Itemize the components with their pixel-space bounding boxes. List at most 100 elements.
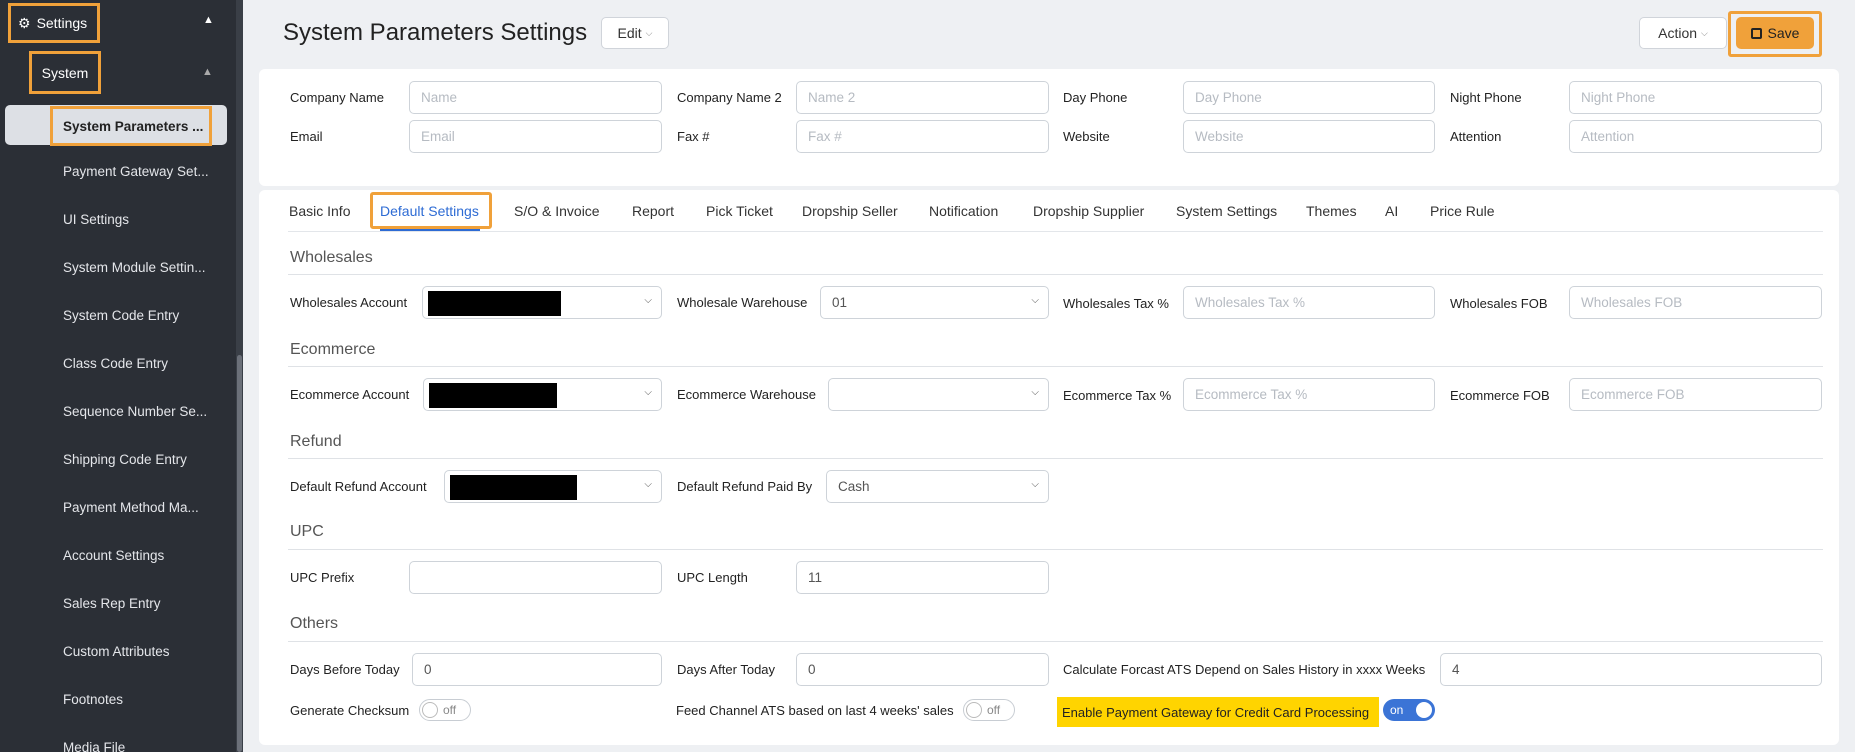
- tab-dropship-seller[interactable]: Dropship Seller: [802, 203, 898, 219]
- tab-default-settings[interactable]: Default Settings: [380, 203, 479, 219]
- ecommerce-tax-field[interactable]: Ecommerce Tax %: [1183, 378, 1435, 411]
- sidebar-item-system-code[interactable]: System Code Entry: [63, 308, 213, 323]
- days-before-label: Days Before Today: [290, 662, 400, 677]
- ecommerce-warehouse-label: Ecommerce Warehouse: [677, 387, 816, 402]
- gear-icon: ⚙: [18, 14, 31, 31]
- forecast-weeks-field[interactable]: 4: [1440, 653, 1822, 686]
- sidebar-item-shipping-code[interactable]: Shipping Code Entry: [63, 452, 213, 467]
- days-before-field[interactable]: 0: [412, 653, 662, 686]
- tab-ai[interactable]: AI: [1385, 203, 1398, 219]
- chevron-down-icon: ⌵: [644, 479, 652, 490]
- company-name-field[interactable]: Name: [409, 81, 662, 114]
- tab-themes[interactable]: Themes: [1306, 203, 1357, 219]
- sidebar-item-payment-method[interactable]: Payment Method Ma...: [63, 500, 213, 515]
- chevron-up-icon[interactable]: ▲: [202, 66, 213, 78]
- page-title: System Parameters Settings: [283, 19, 588, 46]
- sidebar-item-account-settings[interactable]: Account Settings: [63, 548, 213, 563]
- sidebar-system-menu[interactable]: System: [29, 51, 101, 94]
- tab-price-rule[interactable]: Price Rule: [1430, 203, 1495, 219]
- sidebar-item-system-module[interactable]: System Module Settin...: [63, 260, 213, 275]
- sidebar-item-label: System Parameters ...: [63, 118, 204, 134]
- active-tab-underline: [380, 229, 480, 231]
- ecommerce-account-select[interactable]: ⌵: [423, 378, 662, 411]
- sidebar-item-ui-settings[interactable]: UI Settings: [63, 212, 213, 227]
- chevron-down-icon: ⌵: [645, 27, 653, 38]
- tab-pick-ticket[interactable]: Pick Ticket: [706, 203, 773, 219]
- toggle-state: on: [1390, 703, 1404, 717]
- ecommerce-warehouse-select[interactable]: ⌵: [828, 378, 1049, 411]
- refund-paid-by-label: Default Refund Paid By: [677, 479, 813, 494]
- system-label: System: [41, 64, 89, 81]
- paid-by-value: Cash: [838, 479, 870, 494]
- refund-paid-by-select[interactable]: Cash ⌵: [826, 470, 1049, 503]
- tab-dropship-supplier[interactable]: Dropship Supplier: [1033, 203, 1144, 219]
- attention-field[interactable]: Attention: [1569, 120, 1822, 153]
- payment-gateway-toggle[interactable]: on: [1383, 699, 1435, 721]
- sidebar-item-sales-rep[interactable]: Sales Rep Entry: [63, 596, 213, 611]
- chevron-down-icon: ⌵: [644, 387, 652, 398]
- ecommerce-tax-label: Ecommerce Tax %: [1063, 388, 1172, 403]
- section-divider: [288, 366, 1823, 367]
- email-field[interactable]: Email: [409, 120, 662, 153]
- sidebar-item-sequence-number[interactable]: Sequence Number Se...: [63, 404, 213, 419]
- day-phone-field[interactable]: Day Phone: [1183, 81, 1435, 114]
- tab-notification[interactable]: Notification: [929, 203, 998, 219]
- ecommerce-account-label: Ecommerce Account: [290, 387, 410, 402]
- redacted-value: [428, 291, 561, 316]
- scrollbar-thumb[interactable]: [237, 355, 242, 752]
- action-label: Action: [1658, 25, 1698, 41]
- tab-basic-info[interactable]: Basic Info: [289, 203, 350, 219]
- wholesales-account-select[interactable]: ⌵: [422, 286, 662, 319]
- website-field[interactable]: Website: [1183, 120, 1435, 153]
- save-icon: [1750, 27, 1762, 39]
- sidebar-item-system-parameters[interactable]: System Parameters ...: [50, 106, 212, 146]
- upc-prefix-field[interactable]: [409, 561, 662, 594]
- chevron-up-icon[interactable]: ▲: [203, 14, 214, 26]
- attention-label: Attention: [1450, 129, 1502, 144]
- redacted-value: [429, 383, 557, 408]
- upc-prefix-label: UPC Prefix: [290, 570, 355, 585]
- action-button[interactable]: Action ⌵: [1639, 17, 1727, 49]
- wholesales-tax-label: Wholesales Tax %: [1063, 296, 1169, 311]
- tab-so-invoice[interactable]: S/O & Invoice: [514, 203, 600, 219]
- edit-button[interactable]: Edit ⌵: [601, 17, 669, 49]
- settings-label: Settings: [36, 15, 88, 31]
- website-label: Website: [1063, 129, 1110, 144]
- section-divider: [288, 549, 1823, 550]
- company-name2-field[interactable]: Name 2: [796, 81, 1049, 114]
- sidebar-settings-menu[interactable]: ⚙ Settings: [8, 3, 100, 43]
- save-button[interactable]: Save: [1736, 17, 1814, 49]
- night-phone-label: Night Phone: [1450, 90, 1522, 105]
- toggle-state: off: [987, 703, 1001, 717]
- company-name2-label: Company Name 2: [677, 90, 782, 105]
- sidebar-item-class-code[interactable]: Class Code Entry: [63, 356, 213, 371]
- sidebar-item-payment-gateway[interactable]: Payment Gateway Set...: [63, 164, 213, 179]
- night-phone-field[interactable]: Night Phone: [1569, 81, 1822, 114]
- warehouse-value: 01: [832, 295, 848, 310]
- upc-length-field[interactable]: 11: [796, 561, 1049, 594]
- tab-bar-divider: [288, 231, 1823, 232]
- sidebar-item-footnotes[interactable]: Footnotes: [63, 692, 213, 707]
- wholesales-fob-field[interactable]: Wholesales FOB: [1569, 286, 1822, 319]
- tab-report[interactable]: Report: [632, 203, 674, 219]
- chevron-down-icon: ⌵: [1031, 295, 1039, 306]
- refund-account-select[interactable]: ⌵: [444, 470, 662, 503]
- generate-checksum-toggle[interactable]: off: [419, 699, 471, 721]
- section-title-wholesales: Wholesales: [290, 249, 373, 266]
- wholesales-tax-field[interactable]: Wholesales Tax %: [1183, 286, 1435, 319]
- generate-checksum-label: Generate Checksum: [290, 703, 410, 718]
- wholesale-warehouse-select[interactable]: 01 ⌵: [820, 286, 1049, 319]
- sidebar-scrollbar[interactable]: [236, 0, 243, 752]
- section-title-others: Others: [290, 615, 339, 632]
- tab-system-settings[interactable]: System Settings: [1176, 203, 1277, 219]
- sidebar-item-custom-attributes[interactable]: Custom Attributes: [63, 644, 213, 659]
- feed-channel-toggle[interactable]: off: [963, 699, 1015, 721]
- refund-account-label: Default Refund Account: [290, 479, 427, 494]
- ecommerce-fob-field[interactable]: Ecommerce FOB: [1569, 378, 1822, 411]
- feed-channel-label: Feed Channel ATS based on last 4 weeks' …: [676, 703, 954, 718]
- sidebar-item-media-file[interactable]: Media File: [63, 740, 213, 752]
- wholesale-warehouse-label: Wholesale Warehouse: [677, 295, 808, 310]
- days-after-field[interactable]: 0: [796, 653, 1049, 686]
- email-label: Email: [290, 129, 323, 144]
- fax-field[interactable]: Fax #: [796, 120, 1049, 153]
